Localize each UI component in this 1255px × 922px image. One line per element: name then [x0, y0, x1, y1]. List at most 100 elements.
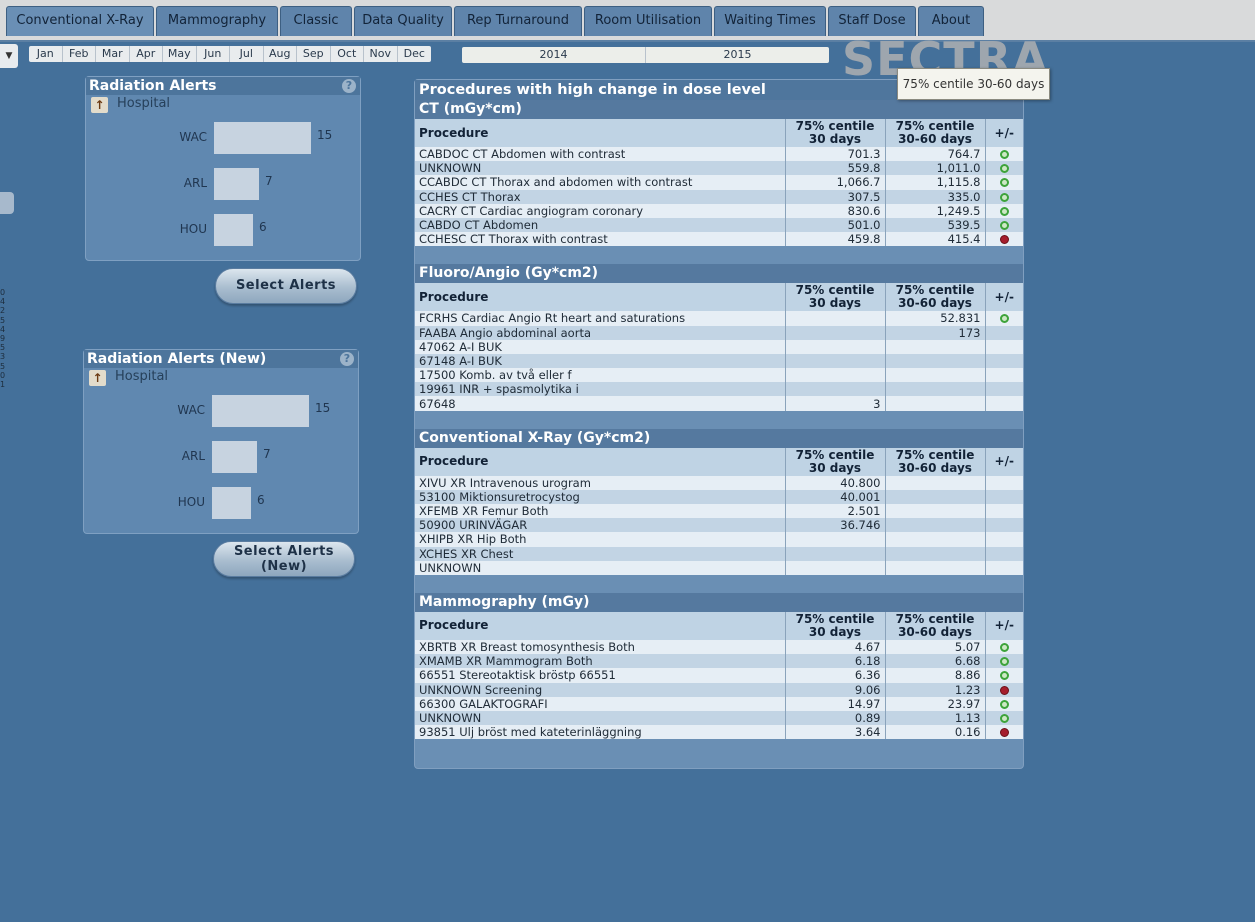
- column-header-procedure[interactable]: Procedure: [415, 119, 786, 147]
- table-row[interactable]: FAABA Angio abdominal aorta 173: [415, 325, 1023, 340]
- tab-waiting-times[interactable]: Waiting Times: [714, 6, 826, 36]
- column-header-change[interactable]: +/-: [985, 611, 1023, 640]
- alert-bar-row-wac[interactable]: WAC 15: [86, 122, 360, 154]
- table-row[interactable]: CCHES CT Thorax 307.5 335.0: [415, 189, 1023, 204]
- table-row[interactable]: XBRTB XR Breast tomosynthesis Both 4.67 5.…: [415, 639, 1023, 655]
- table-row[interactable]: 50900 URINVÄGAR 36.746: [415, 518, 1023, 533]
- table-row[interactable]: 53100 Miktionsuretrocystog 40.001: [415, 489, 1023, 504]
- table-row[interactable]: 67148 A-I BUK: [415, 353, 1023, 369]
- help-icon[interactable]: ?: [342, 79, 356, 93]
- year-2015[interactable]: 2015: [646, 47, 829, 63]
- alert-bar[interactable]: [212, 395, 309, 427]
- column-header-change[interactable]: +/-: [985, 283, 1023, 312]
- procedure-name: XBRTB XR Breast tomosynthesis Both: [415, 639, 786, 655]
- year-2014[interactable]: 2014: [462, 47, 646, 63]
- column-header-centile-30[interactable]: 75% centile 30 days: [785, 283, 886, 312]
- column-header-change[interactable]: +/-: [985, 447, 1023, 476]
- tab-room-utilisation[interactable]: Room Utilisation: [584, 6, 712, 36]
- table-row[interactable]: CACRY CT Cardiac angiogram coronary 830.6…: [415, 203, 1023, 218]
- centile-30-value: 9.06: [785, 682, 886, 697]
- table-row[interactable]: 67648 3: [415, 396, 1023, 411]
- column-header-centile-30-60[interactable]: 75% centile 30-60 days: [885, 447, 986, 476]
- status-increase-icon: [999, 643, 1009, 653]
- left-edge-selected-item[interactable]: [0, 192, 14, 214]
- year-selector: 2014 2015: [462, 47, 829, 63]
- alert-bar[interactable]: [212, 487, 251, 519]
- month-may[interactable]: May: [163, 46, 197, 62]
- column-header-procedure[interactable]: Procedure: [415, 447, 786, 476]
- table-row[interactable]: CCABDC CT Thorax and abdomen with contra…: [415, 175, 1023, 190]
- month-oct[interactable]: Oct: [331, 46, 364, 62]
- table-row[interactable]: XHIPB XR Hip Both: [415, 532, 1023, 547]
- column-header-centile-30-60[interactable]: 75% centile 30-60 days: [885, 283, 986, 312]
- table-row[interactable]: UNKNOWN: [415, 560, 1023, 575]
- table-row[interactable]: 93851 Ulj bröst med kateterinläggning 3.6…: [415, 725, 1023, 740]
- table-row[interactable]: XMAMB XR Mammogram Both 6.18 6.68: [415, 654, 1023, 669]
- table-row[interactable]: 19961 INR + spasmolytika i: [415, 382, 1023, 397]
- arrow-up-icon[interactable]: ↑: [89, 370, 106, 386]
- alert-bar[interactable]: [214, 122, 311, 154]
- month-jun[interactable]: Jun: [197, 46, 230, 62]
- centile-30-60-value: [885, 518, 986, 533]
- table-row[interactable]: 66300 GALAKTOGRAFI 14.97 23.97: [415, 696, 1023, 711]
- column-header-procedure[interactable]: Procedure: [415, 611, 786, 640]
- radiation-alerts-panel: Radiation Alerts ? ↑ Hospital WAC 15 ARL 7 H…: [85, 76, 361, 261]
- column-header-procedure[interactable]: Procedure: [415, 283, 786, 312]
- help-icon[interactable]: ?: [340, 352, 354, 366]
- centile-30-value: [785, 532, 886, 547]
- alert-bar[interactable]: [214, 168, 259, 200]
- month-mar[interactable]: Mar: [96, 46, 130, 62]
- month-aug[interactable]: Aug: [264, 46, 297, 62]
- tab-conventional-xray[interactable]: Conventional X-Ray: [6, 6, 154, 36]
- edge-number: 0: [0, 370, 6, 380]
- tab-rep-turnaround[interactable]: Rep Turnaround: [454, 6, 582, 36]
- select-alerts-button[interactable]: Select Alerts: [215, 268, 357, 304]
- table-row[interactable]: UNKNOWN 559.8 1,011.0: [415, 161, 1023, 176]
- alert-bar-row-wac[interactable]: WAC 15: [84, 395, 358, 427]
- table-row[interactable]: CCHESC CT Thorax with contrast 459.8 415.4: [415, 232, 1023, 247]
- change-status: [985, 339, 1023, 354]
- tab-mammography[interactable]: Mammography: [156, 6, 278, 36]
- select-alerts-new-button[interactable]: Select Alerts (New): [213, 541, 355, 577]
- column-header-centile-30[interactable]: 75% centile 30 days: [785, 611, 886, 640]
- alert-bar-row-hou[interactable]: HOU 6: [84, 487, 358, 519]
- arrow-up-icon[interactable]: ↑: [91, 97, 108, 113]
- month-jan[interactable]: Jan: [29, 46, 63, 62]
- tab-data-quality[interactable]: Data Quality: [354, 6, 452, 36]
- alert-bar-row-arl[interactable]: ARL 7: [84, 441, 358, 473]
- procedure-section: Conventional X-Ray (Gy*cm2) Procedure 75% …: [415, 411, 1023, 575]
- month-jul[interactable]: Jul: [230, 46, 264, 62]
- table-row[interactable]: 17500 Komb. av två eller f: [415, 368, 1023, 383]
- table-row[interactable]: CABDOC CT Abdomen with contrast 701.3 764.…: [415, 147, 1023, 162]
- alert-bar-label: WAC: [177, 403, 205, 417]
- column-header-centile-30[interactable]: 75% centile 30 days: [785, 119, 886, 147]
- column-header-centile-30-60[interactable]: 75% centile 30-60 days: [885, 611, 986, 640]
- month-dec[interactable]: Dec: [398, 46, 432, 62]
- month-apr[interactable]: Apr: [130, 46, 163, 62]
- alert-bar-row-arl[interactable]: ARL 7: [86, 168, 360, 200]
- table-row[interactable]: XIVU XR Intravenous urogram 40.800: [415, 475, 1023, 490]
- column-header-change[interactable]: +/-: [985, 119, 1023, 147]
- tab-classic[interactable]: Classic: [280, 6, 352, 36]
- month-nov[interactable]: Nov: [364, 46, 398, 62]
- column-header-centile-30[interactable]: 75% centile 30 days: [785, 447, 886, 476]
- table-row[interactable]: FCRHS Cardiac Angio Rt heart and saturat…: [415, 311, 1023, 326]
- alert-bar[interactable]: [212, 441, 257, 473]
- table-row[interactable]: XFEMB XR Femur Both 2.501: [415, 504, 1023, 519]
- table-row[interactable]: 66551 Stereotaktisk bröstp 66551 6.36 8.86: [415, 668, 1023, 683]
- column-header-centile-30-60[interactable]: 75% centile 30-60 days: [885, 119, 986, 147]
- table-row[interactable]: XCHES XR Chest: [415, 546, 1023, 561]
- change-status: [985, 203, 1023, 218]
- table-row[interactable]: 47062 A-I BUK: [415, 339, 1023, 354]
- table-row[interactable]: UNKNOWN Screening 9.06 1.23: [415, 682, 1023, 697]
- header-line: 75% centile: [895, 611, 975, 626]
- month-feb[interactable]: Feb: [63, 46, 96, 62]
- filter-dropdown[interactable]: ▼: [0, 44, 18, 68]
- alert-bar-value: 6: [257, 493, 265, 507]
- month-sep[interactable]: Sep: [297, 46, 331, 62]
- alert-bar[interactable]: [214, 214, 253, 246]
- table-row[interactable]: CABDO CT Abdomen 501.0 539.5: [415, 217, 1023, 233]
- table-row[interactable]: UNKNOWN 0.89 1.13: [415, 710, 1023, 726]
- centile-30-value: 6.36: [785, 668, 886, 683]
- alert-bar-row-hou[interactable]: HOU 6: [86, 214, 360, 246]
